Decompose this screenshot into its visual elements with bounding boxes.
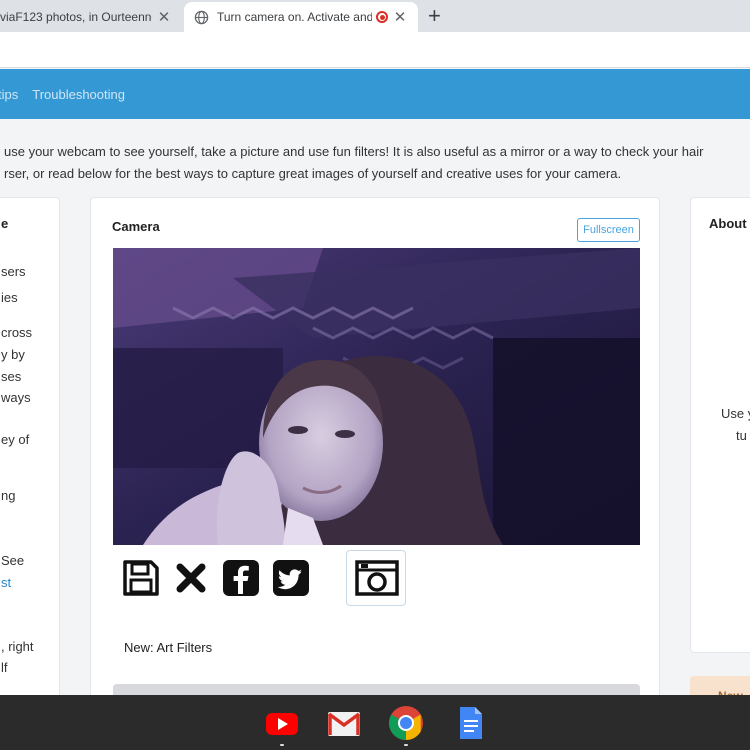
camera-card: Camera Fullscreen New: Art Filters — [90, 197, 660, 708]
browser-tabstrip: viaF123 photos, in Ourteenner ✕ Turn cam… — [0, 0, 750, 32]
left-card-text: ses — [1, 369, 22, 384]
take-photo-button[interactable] — [346, 550, 406, 606]
left-card-text: ng — [1, 488, 16, 503]
tab-camera[interactable]: Turn camera on. Activate and use ✕ — [184, 2, 418, 32]
close-tab-icon[interactable]: ✕ — [392, 8, 408, 26]
app-running-indicator — [280, 744, 284, 746]
docs-icon[interactable] — [452, 705, 488, 741]
close-tab-icon[interactable]: ✕ — [156, 8, 172, 26]
left-card-text: y by — [1, 347, 25, 362]
gmail-icon[interactable] — [326, 705, 362, 741]
intro-text: use your webcam to see yourself, take a … — [4, 141, 750, 185]
facebook-icon[interactable] — [221, 558, 261, 598]
art-filters-link[interactable]: New: Art Filters — [124, 640, 212, 655]
camera-title: Camera — [112, 219, 160, 234]
about-text: Use y — [721, 406, 750, 421]
app-running-indicator — [404, 744, 408, 746]
about-heading: About — [709, 216, 747, 231]
left-card-text: , right — [1, 639, 34, 654]
tab-photos[interactable]: viaF123 photos, in Ourteenner ✕ — [0, 2, 182, 32]
globe-icon — [194, 10, 209, 24]
about-card: About Use y tu — [690, 197, 750, 653]
fullscreen-button[interactable]: Fullscreen — [577, 218, 640, 242]
camera-icon — [355, 560, 399, 596]
tab-title: Turn camera on. Activate and use — [217, 10, 372, 24]
left-card-heading: e — [1, 216, 9, 231]
nav-link-tips[interactable]: tips — [0, 87, 18, 102]
os-shelf — [0, 695, 750, 750]
left-card-text: See — [1, 553, 25, 568]
about-text: tu — [736, 428, 747, 443]
left-info-card: e sers ies cross y by ses ways ey of ng … — [0, 197, 60, 707]
left-card-text: ways — [1, 390, 31, 405]
twitter-icon[interactable] — [271, 558, 311, 598]
youtube-icon[interactable] — [264, 705, 300, 741]
browser-toolbar — [0, 32, 750, 68]
left-card-text: ies — [1, 290, 18, 305]
site-nav: tips Troubleshooting — [0, 69, 750, 119]
intro-line: use your webcam to see yourself, take a … — [4, 144, 704, 159]
left-card-text: ey of — [1, 432, 30, 447]
left-card-text: sers — [1, 264, 26, 279]
intro-line: rser, or read below for the best ways to… — [4, 166, 622, 181]
webcam-feed — [113, 248, 640, 545]
close-icon[interactable] — [171, 558, 211, 598]
left-card-text: cross — [1, 325, 33, 340]
chrome-icon[interactable] — [388, 705, 424, 741]
tab-title: viaF123 photos, in Ourteenner — [0, 10, 152, 24]
webcam-image — [113, 248, 640, 545]
new-tab-button[interactable]: + — [428, 4, 441, 28]
save-icon[interactable] — [121, 558, 161, 598]
nav-link-troubleshooting[interactable]: Troubleshooting — [32, 87, 125, 102]
left-card-link[interactable]: st — [1, 575, 11, 590]
left-card-text: lf — [1, 660, 8, 675]
recording-icon — [376, 11, 388, 23]
